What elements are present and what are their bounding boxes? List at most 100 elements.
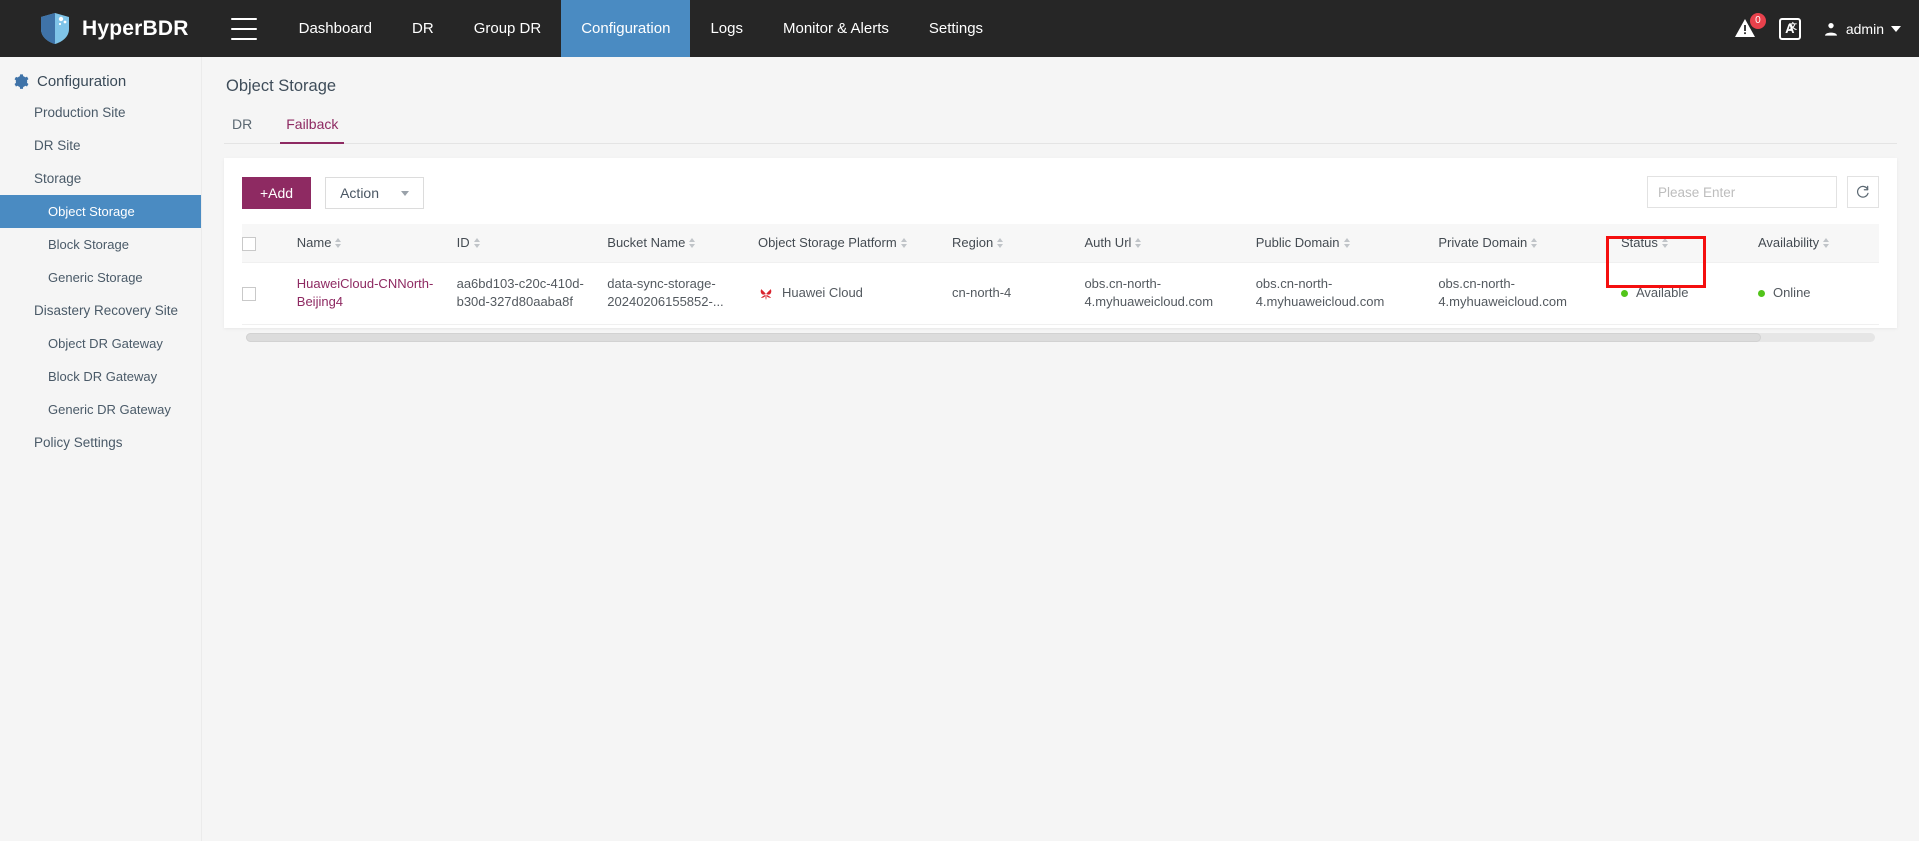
column-label: Object Storage Platform — [757, 235, 897, 251]
sidebar: Configuration Production Site DR Site St… — [0, 57, 202, 841]
cell-region: cn-north-4 — [952, 262, 1085, 326]
status-dot-icon — [1620, 290, 1628, 298]
column-label: Region — [952, 235, 994, 251]
table-row: HuaweiCloud-CNNorth-Beijing4 aa6bd103-c2… — [242, 262, 1879, 326]
column-label: Auth Url — [1084, 235, 1132, 251]
user-menu[interactable]: admin — [1823, 21, 1901, 37]
hamburger-icon[interactable] — [230, 17, 257, 40]
tab-dr[interactable]: DR — [226, 112, 258, 144]
cell-status: Available — [1620, 262, 1758, 326]
sort-icon[interactable] — [1531, 237, 1538, 248]
hyperbdr-logo-icon — [41, 13, 69, 44]
storage-name-link[interactable]: HuaweiCloud-CNNorth-Beijing4 — [297, 276, 434, 310]
language-sup: 文 — [1788, 21, 1797, 31]
sort-icon[interactable] — [335, 237, 342, 248]
nav-item-configuration[interactable]: Configuration — [561, 0, 691, 57]
action-dropdown-label: Action — [340, 185, 380, 201]
cell-availability: Online — [1757, 262, 1879, 326]
table-header-row: Name ID Bucket Name Object Storage Platf… — [242, 224, 1879, 263]
column-header-availability[interactable]: Availability — [1757, 224, 1879, 263]
action-dropdown-button[interactable]: Action — [325, 177, 425, 209]
column-header-id[interactable]: ID — [456, 224, 608, 263]
gear-icon — [14, 74, 29, 89]
search-box[interactable] — [1647, 176, 1837, 208]
cell-public-domain: obs.cn-north-4.myhuaweicloud.com — [1255, 262, 1439, 326]
column-header-name[interactable]: Name — [296, 224, 457, 263]
select-all-checkbox[interactable] — [242, 236, 256, 251]
toolbar-right — [1647, 176, 1879, 208]
navbar-right-group: 0 A 文 admin — [1733, 0, 1901, 57]
refresh-icon — [1856, 185, 1869, 198]
sidebar-item-generic-dr-gateway[interactable]: Generic DR Gateway — [0, 393, 201, 426]
cell-bucket-name: data-sync-storage-20240206155852-... — [607, 262, 758, 326]
toolbar: +Add Action — [242, 176, 1879, 210]
column-header-public-domain[interactable]: Public Domain — [1255, 224, 1439, 263]
sort-icon[interactable] — [1661, 237, 1668, 248]
username-label: admin — [1845, 20, 1884, 37]
nav-item-dr[interactable]: DR — [392, 0, 454, 57]
sidebar-item-block-storage[interactable]: Block Storage — [0, 228, 201, 261]
sort-icon[interactable] — [473, 237, 480, 248]
nav-item-group-dr[interactable]: Group DR — [454, 0, 562, 57]
status-badge: Available — [1635, 284, 1689, 300]
sidebar-item-object-storage[interactable]: Object Storage — [0, 195, 201, 228]
nav-item-settings[interactable]: Settings — [909, 0, 1003, 57]
add-button[interactable]: +Add — [242, 177, 312, 209]
sidebar-item-object-dr-gateway[interactable]: Object DR Gateway — [0, 327, 201, 360]
row-select-cell — [242, 262, 297, 326]
column-header-auth-url[interactable]: Auth Url — [1084, 224, 1256, 263]
platform-label: Huawei Cloud — [781, 284, 863, 300]
tab-bar: DR Failback — [224, 112, 1897, 144]
sidebar-item-dr-site[interactable]: DR Site — [0, 129, 201, 162]
tab-failback[interactable]: Failback — [280, 112, 345, 144]
availability-dot-icon — [1757, 290, 1765, 298]
column-label: ID — [456, 235, 470, 251]
sidebar-item-policy-settings[interactable]: Policy Settings — [0, 426, 201, 459]
sort-icon[interactable] — [900, 237, 907, 248]
brand[interactable]: HyperBDR — [0, 12, 217, 45]
column-header-region[interactable]: Region — [952, 224, 1085, 263]
availability-badge: Online — [1772, 284, 1811, 300]
sort-icon[interactable] — [997, 237, 1004, 248]
sidebar-item-storage[interactable]: Storage — [0, 162, 201, 195]
alert-icon[interactable]: 0 — [1733, 12, 1766, 42]
cell-id: aa6bd103-c20c-410d-b30d-327d80aaba8f — [456, 262, 608, 326]
search-input[interactable] — [1658, 184, 1835, 200]
row-checkbox[interactable] — [242, 286, 256, 301]
object-storage-table: Name ID Bucket Name Object Storage Platf… — [242, 224, 1879, 326]
select-all-header — [242, 224, 297, 263]
column-header-private-domain[interactable]: Private Domain — [1438, 224, 1621, 263]
sidebar-item-disastery-recovery-site[interactable]: Disastery Recovery Site — [0, 294, 201, 327]
sort-icon[interactable] — [1135, 237, 1142, 248]
object-storage-card: +Add Action Please Enter Name ID Bucket … — [224, 158, 1897, 343]
column-header-status[interactable]: Status — [1620, 224, 1758, 263]
user-avatar-icon — [1824, 22, 1837, 36]
top-navbar: HyperBDR Dashboard DR Group DR Configura… — [0, 0, 1919, 57]
nav-item-monitor-alerts[interactable]: Monitor & Alerts — [763, 0, 909, 57]
column-label: Status — [1620, 235, 1658, 251]
column-label: Name — [296, 235, 332, 251]
sidebar-item-generic-storage[interactable]: Generic Storage — [0, 261, 201, 294]
sort-icon[interactable] — [689, 237, 696, 248]
sidebar-title: Configuration — [0, 67, 201, 96]
horizontal-scrollbar[interactable] — [246, 333, 1875, 343]
column-header-object-storage-platform[interactable]: Object Storage Platform — [757, 224, 953, 263]
column-label: Bucket Name — [607, 235, 686, 251]
scrollbar-thumb[interactable] — [246, 333, 1761, 343]
cell-name: HuaweiCloud-CNNorth-Beijing4 — [296, 262, 457, 326]
sidebar-item-block-dr-gateway[interactable]: Block DR Gateway — [0, 360, 201, 393]
sort-icon[interactable] — [1343, 237, 1350, 248]
huawei-cloud-logo-icon — [760, 289, 772, 300]
sort-icon[interactable] — [1823, 237, 1830, 248]
nav-item-dashboard[interactable]: Dashboard — [279, 0, 392, 57]
sidebar-item-production-site[interactable]: Production Site — [0, 96, 201, 129]
sidebar-title-label: Configuration — [37, 73, 127, 90]
column-label: Public Domain — [1255, 235, 1340, 251]
main-nav: Dashboard DR Group DR Configuration Logs… — [279, 0, 1003, 57]
nav-item-logs[interactable]: Logs — [690, 0, 763, 57]
column-label: Private Domain — [1438, 235, 1528, 251]
column-header-bucket-name[interactable]: Bucket Name — [607, 224, 758, 263]
main-content: Object Storage DR Failback +Add Action P… — [202, 57, 1919, 841]
language-switch-icon[interactable]: A 文 — [1778, 17, 1801, 40]
refresh-button[interactable] — [1847, 176, 1879, 208]
